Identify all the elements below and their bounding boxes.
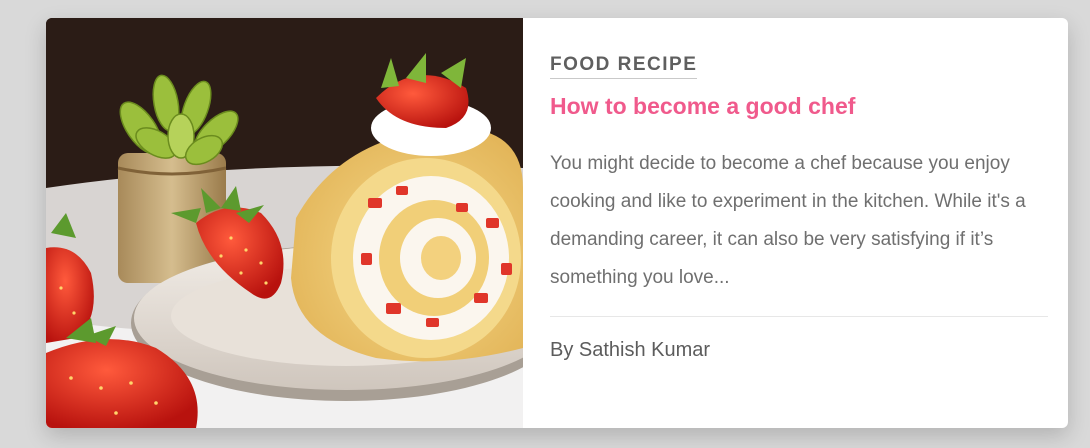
card-body: FOOD RECIPE How to become a good chef Yo… (523, 18, 1068, 428)
card-image (46, 18, 523, 428)
article-card[interactable]: FOOD RECIPE How to become a good chef Yo… (46, 18, 1068, 428)
article-title[interactable]: How to become a good chef (550, 93, 1048, 121)
cake-photo (46, 18, 523, 428)
article-excerpt: You might decide to become a chef becaus… (550, 152, 1026, 288)
category-label[interactable]: FOOD RECIPE (550, 54, 698, 79)
divider (550, 316, 1048, 317)
author-byline: By Sathish Kumar (550, 339, 711, 361)
